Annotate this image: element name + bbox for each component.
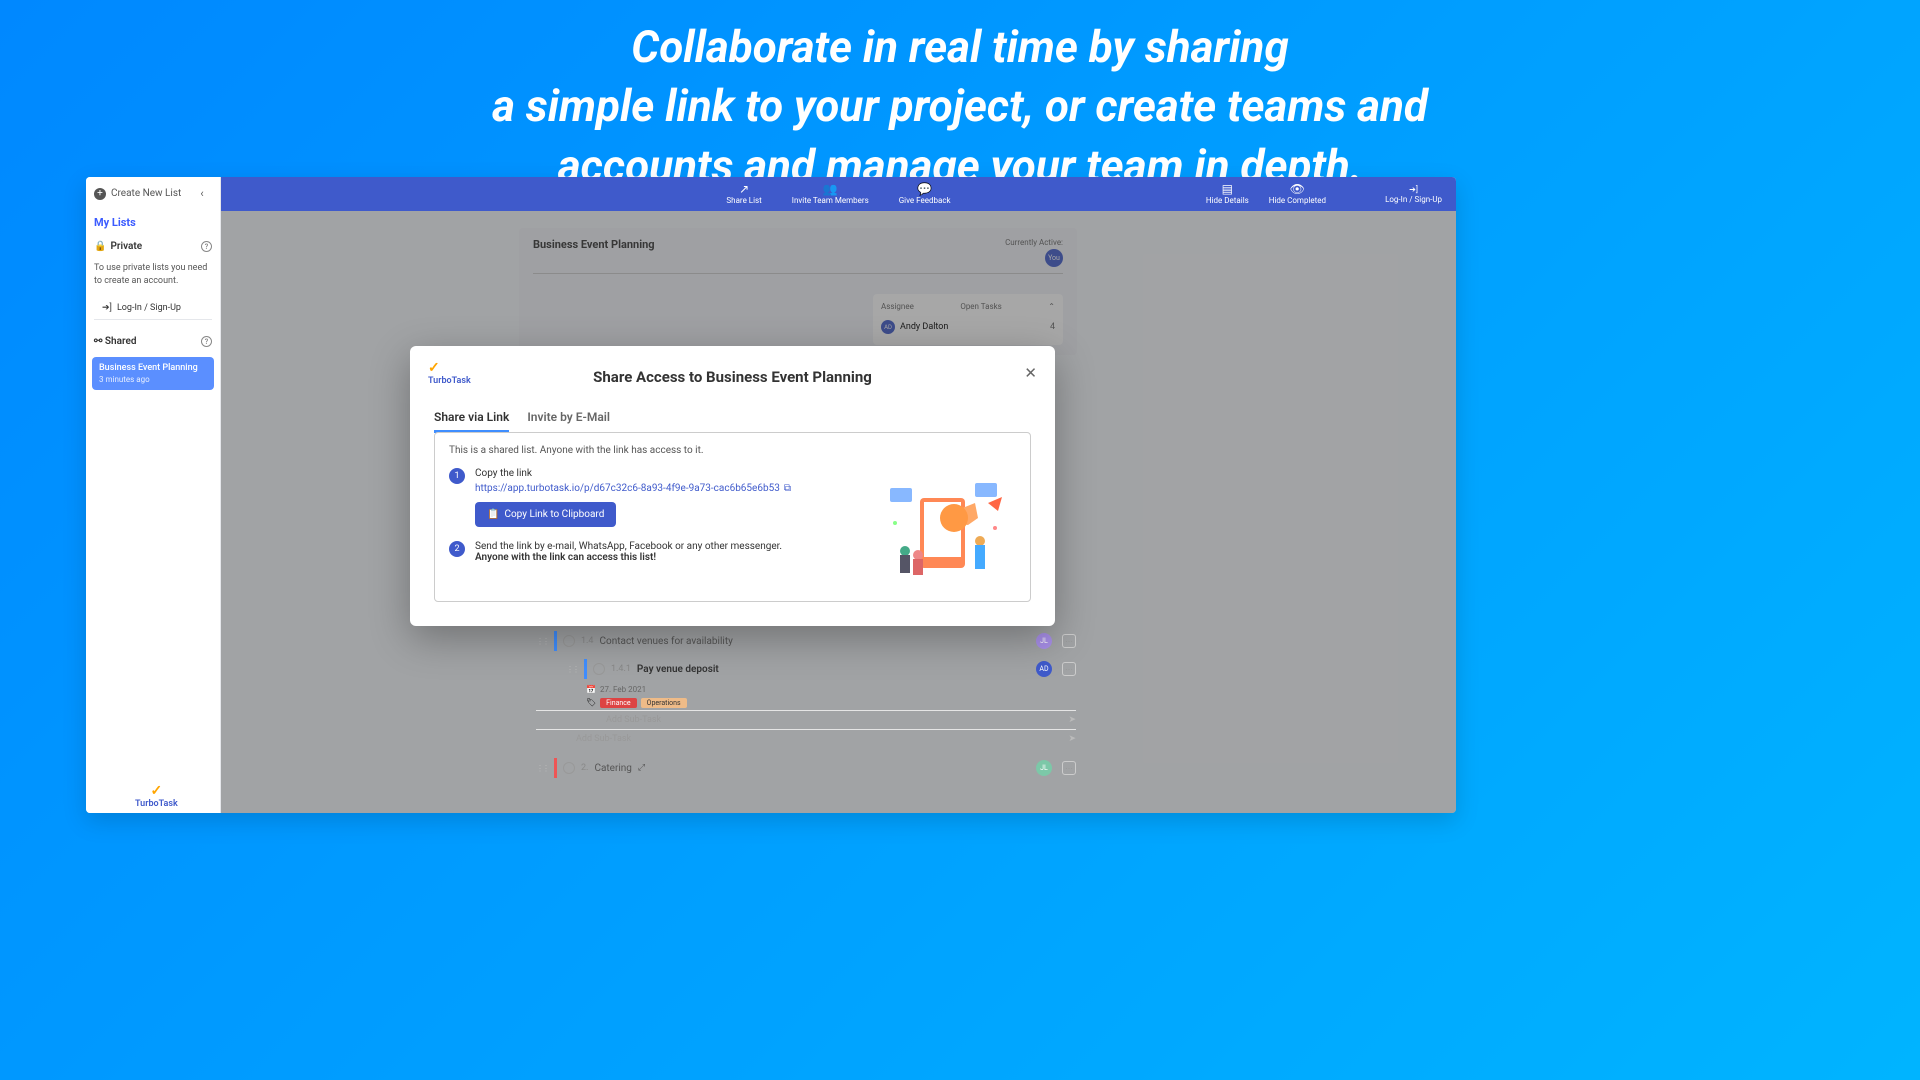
tab-invite-email[interactable]: Invite by E-Mail (527, 410, 610, 433)
copy-link-button[interactable]: 📋Copy Link to Clipboard (475, 502, 616, 527)
invite-members-button[interactable]: 👥Invite Team Members (792, 183, 869, 205)
step-1-title: Copy the link (475, 468, 791, 479)
link-icon: ⚯ (94, 336, 102, 347)
external-link-icon: ⧉ (784, 483, 791, 494)
tag-operations[interactable]: Operations (641, 698, 687, 708)
sidebar-item-business-event[interactable]: Business Event Planning 3 minutes ago (92, 357, 214, 390)
expand-icon[interactable]: ⤢ (638, 763, 645, 773)
share-description: This is a shared list. Anyone with the l… (449, 445, 1016, 456)
share-modal: ✓TurboTask Share Access to Business Even… (410, 346, 1055, 626)
topbar-login-button[interactable]: ➔]Log-In / Sign-Up (1385, 185, 1442, 204)
feedback-icon: 💬 (917, 183, 932, 195)
create-label: Create New List (111, 188, 181, 199)
check-icon: ✓ (428, 360, 440, 376)
tab-share-link[interactable]: Share via Link (434, 410, 509, 433)
task-checkbox[interactable] (563, 635, 575, 647)
hide-details-button[interactable]: ▤Hide Details (1206, 183, 1249, 205)
tag-icon: 🏷 (586, 698, 596, 708)
step-1-badge: 1 (449, 468, 465, 484)
app-window: + Create New List ‹ My Lists 🔒Private ? … (86, 177, 1456, 813)
brand-logo: ✓TurboTask (428, 360, 471, 386)
task-row[interactable]: ⋮⋮ 1.4.1 Pay venue deposit AD ⋯ (566, 655, 1076, 683)
login-button[interactable]: ➔] Log-In / Sign-Up (94, 297, 212, 320)
add-subtask-input[interactable]: Add Sub-Task➤ (536, 710, 1076, 729)
modal-title: Share Access to Business Event Planning (434, 364, 1031, 410)
my-lists-header: My Lists (86, 210, 220, 235)
lock-icon: 🔒 (94, 241, 106, 252)
create-new-list-button[interactable]: + Create New List ‹ (86, 177, 220, 210)
private-section-header: 🔒Private ? (86, 235, 220, 258)
share-panel: This is a shared list. Anyone with the l… (434, 432, 1031, 602)
share-illustration (880, 473, 1010, 583)
close-button[interactable]: ✕ (1024, 364, 1037, 382)
invite-icon: 👥 (823, 183, 838, 195)
chevron-left-icon[interactable]: ‹ (192, 187, 212, 200)
task-row[interactable]: ⋮⋮ 2. Catering ⤢ JL ⋯ (536, 754, 1076, 782)
more-icon[interactable]: ⋯ (1062, 662, 1076, 676)
share-list-button[interactable]: ↗Share List (726, 183, 761, 205)
more-icon[interactable]: ⋯ (1062, 634, 1076, 648)
step-2-warning: Anyone with the link can access this lis… (475, 552, 782, 563)
plus-icon: + (94, 188, 106, 200)
help-icon[interactable]: ? (201, 241, 212, 252)
add-subtask-input[interactable]: Add Sub-Task➤ (536, 729, 1076, 748)
hide-completed-button[interactable]: 👁Hide Completed (1269, 183, 1326, 205)
check-icon: ✓ (151, 783, 163, 799)
drag-handle-icon[interactable]: ⋮⋮ (536, 637, 548, 646)
step-2-title: Send the link by e-mail, WhatsApp, Faceb… (475, 541, 782, 552)
task-date: 📅27. Feb 2021 (586, 683, 1076, 696)
drag-handle-icon[interactable]: ⋮⋮ (536, 764, 548, 773)
eye-icon: 👁 (1290, 183, 1305, 195)
login-icon: ➔] (102, 303, 112, 313)
drag-handle-icon[interactable]: ⋮⋮ (566, 665, 578, 674)
task-checkbox[interactable] (563, 762, 575, 774)
task-checkbox[interactable] (593, 663, 605, 675)
private-message: To use private lists you need to create … (86, 258, 220, 295)
more-icon[interactable]: ⋯ (1062, 761, 1076, 775)
give-feedback-button[interactable]: 💬Give Feedback (899, 183, 951, 205)
task-tags: 🏷 Finance Operations (586, 696, 1076, 710)
copy-icon: 📋 (487, 509, 499, 520)
share-icon: ↗ (739, 183, 749, 195)
help-icon[interactable]: ? (201, 336, 212, 347)
shared-section-header: ⚯ Shared ? (86, 330, 220, 353)
tag-finance[interactable]: Finance (600, 698, 637, 708)
assignee-avatar[interactable]: JL (1036, 633, 1052, 649)
sidebar: + Create New List ‹ My Lists 🔒Private ? … (86, 177, 221, 813)
assignee-avatar[interactable]: JL (1036, 760, 1052, 776)
details-icon: ▤ (1222, 183, 1233, 195)
brand-logo-footer: ✓TurboTask (135, 783, 178, 809)
topbar: ↗Share List 👥Invite Team Members 💬Give F… (221, 177, 1456, 211)
calendar-icon: 📅 (586, 685, 596, 694)
share-link[interactable]: https://app.turbotask.io/p/d67c32c6-8a93… (475, 483, 791, 494)
task-row[interactable]: ⋮⋮ 1.4 Contact venues for availability J… (536, 627, 1076, 655)
login-icon: ➔] (1409, 185, 1418, 194)
tasks-list: ⋮⋮ 1.4 Contact venues for availability J… (536, 627, 1076, 782)
assignee-avatar[interactable]: AD (1036, 661, 1052, 677)
step-2-badge: 2 (449, 541, 465, 557)
